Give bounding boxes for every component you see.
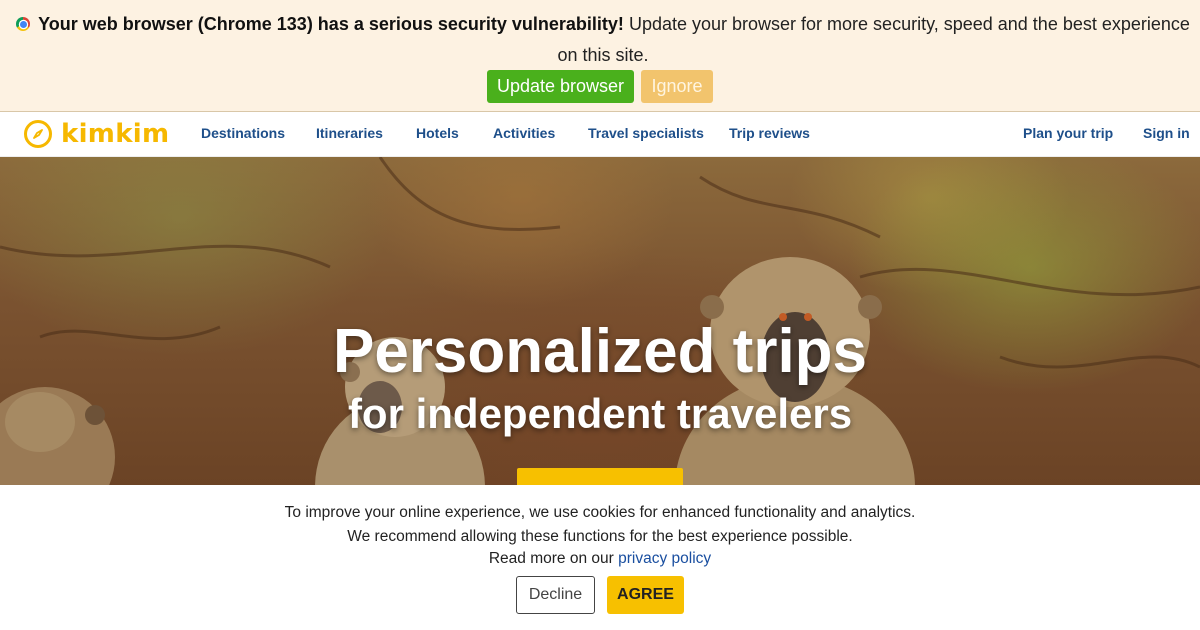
nav-hotels[interactable]: Hotels	[416, 125, 459, 141]
nav-travel-specialists[interactable]: Travel specialists	[588, 125, 704, 141]
logo-text: kimkim	[61, 119, 170, 149]
chrome-icon	[16, 17, 31, 31]
nav-itineraries[interactable]: Itineraries	[316, 125, 383, 141]
browser-update-banner: Your web browser (Chrome 133) has a seri…	[0, 0, 1200, 112]
banner-warning-text: Update your browser for more security, s…	[557, 14, 1190, 65]
hero-cta-button[interactable]	[517, 468, 683, 485]
cookie-read-more: Read more on our	[488, 550, 614, 567]
update-browser-button[interactable]: Update browser	[487, 70, 634, 103]
agree-button[interactable]: AGREE	[607, 576, 684, 614]
ignore-button[interactable]: Ignore	[641, 70, 713, 103]
banner-warning-bold: Your web browser (Chrome 133) has a seri…	[38, 14, 624, 34]
sign-in-link[interactable]: Sign in	[1143, 125, 1190, 141]
cookie-consent-bar: To improve your online experience, we us…	[0, 485, 1200, 630]
plan-trip-link[interactable]: Plan your trip	[1023, 125, 1113, 141]
cookie-text-line2: We recommend allowing these functions fo…	[347, 528, 853, 545]
cookie-text-line3: Read more on our privacy policy	[0, 549, 1200, 569]
compass-icon	[24, 120, 52, 148]
logo[interactable]: kimkim	[24, 117, 169, 151]
decline-button[interactable]: Decline	[516, 576, 595, 614]
hero-title: Personalized trips	[332, 317, 868, 386]
top-nav: kimkim Destinations Itineraries Hotels A…	[0, 112, 1200, 157]
cookie-text-line1: To improve your online experience, we us…	[284, 504, 916, 521]
hero-section: Personalized trips for independent trave…	[0, 157, 1200, 485]
banner-message: Your web browser (Chrome 133) has a seri…	[10, 9, 1196, 71]
hero-subtitle: for independent travelers	[347, 390, 853, 437]
nav-destinations[interactable]: Destinations	[201, 125, 285, 141]
nav-activities[interactable]: Activities	[493, 125, 555, 141]
nav-trip-reviews[interactable]: Trip reviews	[729, 125, 810, 141]
privacy-policy-link[interactable]: privacy policy	[618, 550, 711, 567]
